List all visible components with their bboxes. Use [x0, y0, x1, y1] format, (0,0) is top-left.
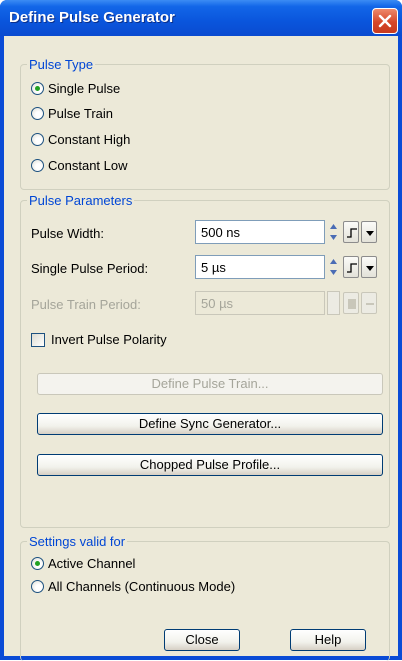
pulse-parameters-group-title: Pulse Parameters — [27, 193, 135, 208]
help-button[interactable]: Help — [290, 629, 366, 651]
pulse-train-period-spinner[interactable] — [327, 291, 340, 315]
pulse-train-period-label: Pulse Train Period: — [31, 297, 141, 312]
pulse-train-period-edge-button[interactable] — [343, 292, 359, 314]
pulse-edge-icon — [347, 263, 357, 273]
radio-button-icon[interactable] — [31, 106, 44, 120]
pulse-width-value: 500 ns — [201, 225, 241, 240]
define-sync-generator-button[interactable]: Define Sync Generator... — [37, 413, 383, 435]
title-bar: Define Pulse Generator — [0, 0, 402, 36]
pulse-edge-icon — [347, 228, 357, 238]
chopped-pulse-profile-button[interactable]: Chopped Pulse Profile... — [37, 454, 383, 476]
define-pulse-train-button[interactable]: Define Pulse Train... — [37, 373, 383, 395]
radio-button-icon[interactable] — [31, 579, 44, 593]
pulse-train-period-dropdown-button[interactable] — [361, 292, 377, 314]
invert-polarity-label: Invert Pulse Polarity — [51, 332, 167, 347]
pulse-width-field[interactable]: 500 ns — [195, 220, 325, 244]
dropdown-arrow-icon — [366, 266, 374, 271]
pulse-parameters-group: Pulse Parameters Pulse Width: 500 ns Sin… — [20, 193, 390, 528]
single-pulse-period-label: Single Pulse Period: — [31, 261, 149, 276]
single-pulse-period-edge-button[interactable] — [343, 256, 359, 278]
pulse-train-period-field[interactable]: 50 µs — [195, 291, 325, 315]
radio-pulse-train[interactable]: Pulse Train — [31, 104, 113, 122]
pulse-width-spinner[interactable] — [327, 220, 340, 244]
window-title: Define Pulse Generator — [9, 9, 175, 26]
spinner-icon — [330, 259, 337, 275]
close-button[interactable]: Close — [164, 629, 240, 651]
radio-label: Pulse Train — [48, 105, 114, 121]
spinner-icon — [327, 291, 340, 315]
dialog-body: Pulse Type Single Pulse Pulse Train Cons… — [4, 36, 398, 661]
radio-button-icon[interactable] — [31, 158, 44, 172]
radio-label: Single Pulse — [48, 80, 121, 96]
radio-label: Constant High — [48, 131, 131, 147]
dropdown-arrow-icon — [366, 231, 374, 236]
settings-valid-group-title: Settings valid for — [27, 534, 128, 549]
radio-label: Active Channel — [48, 555, 136, 571]
radio-label: All Channels (Continuous Mode) — [48, 578, 236, 594]
close-icon — [378, 14, 392, 28]
pulse-width-label: Pulse Width: — [31, 226, 104, 241]
single-pulse-period-field[interactable]: 5 µs — [195, 255, 325, 279]
pulse-edge-icon — [348, 299, 356, 309]
radio-button-icon[interactable] — [31, 556, 44, 570]
radio-button-icon[interactable] — [31, 132, 44, 146]
radio-all-channels[interactable]: All Channels (Continuous Mode) — [31, 577, 235, 595]
single-pulse-period-value: 5 µs — [201, 260, 226, 275]
pulse-type-group-title: Pulse Type — [27, 57, 96, 72]
close-window-button[interactable] — [372, 8, 398, 34]
dialog-window: Define Pulse Generator Pulse Type Single… — [0, 0, 402, 661]
radio-constant-low[interactable]: Constant Low — [31, 156, 128, 174]
pulse-width-edge-button[interactable] — [343, 221, 359, 243]
radio-constant-high[interactable]: Constant High — [31, 130, 130, 148]
invert-polarity-checkbox[interactable] — [31, 333, 45, 347]
pulse-type-group: Pulse Type Single Pulse Pulse Train Cons… — [20, 57, 390, 190]
spinner-icon — [330, 224, 337, 240]
dropdown-arrow-icon — [366, 303, 374, 305]
radio-single-pulse[interactable]: Single Pulse — [31, 79, 120, 97]
pulse-width-dropdown-button[interactable] — [361, 221, 377, 243]
pulse-train-period-value: 50 µs — [201, 296, 234, 311]
radio-label: Constant Low — [48, 157, 128, 173]
radio-active-channel[interactable]: Active Channel — [31, 554, 135, 572]
radio-button-icon[interactable] — [31, 81, 44, 95]
single-pulse-period-spinner[interactable] — [327, 255, 340, 279]
single-pulse-period-dropdown-button[interactable] — [361, 256, 377, 278]
